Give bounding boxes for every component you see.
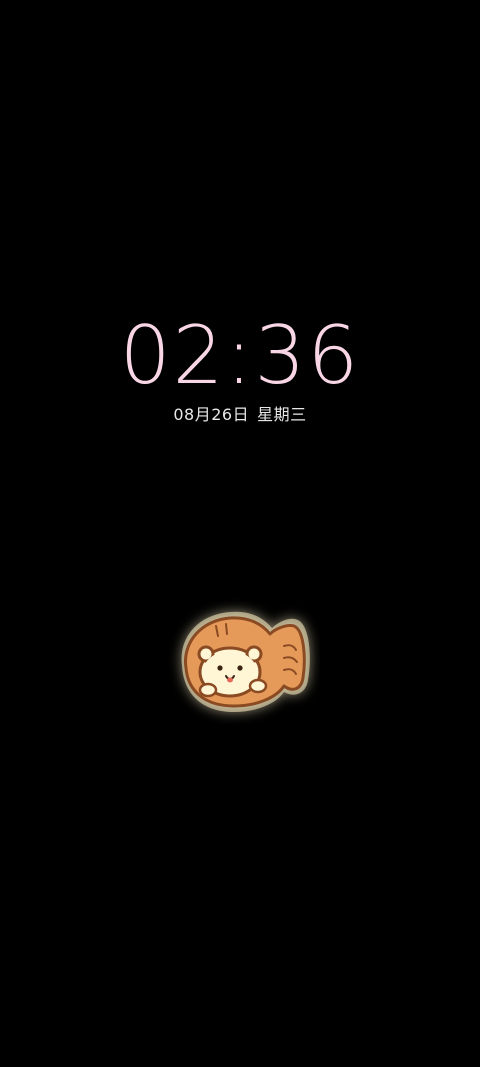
lock-screen: 02:36 08月26日 星期三 bbox=[0, 0, 480, 1067]
date-text: 08月26日 bbox=[173, 405, 250, 424]
bear-taiyaki-icon bbox=[160, 596, 320, 724]
bear-taiyaki-svg bbox=[181, 611, 310, 712]
date-line: 08月26日 星期三 bbox=[0, 404, 480, 426]
clock-time: 02:36 bbox=[119, 309, 361, 402]
weekday-text: 星期三 bbox=[257, 405, 307, 424]
